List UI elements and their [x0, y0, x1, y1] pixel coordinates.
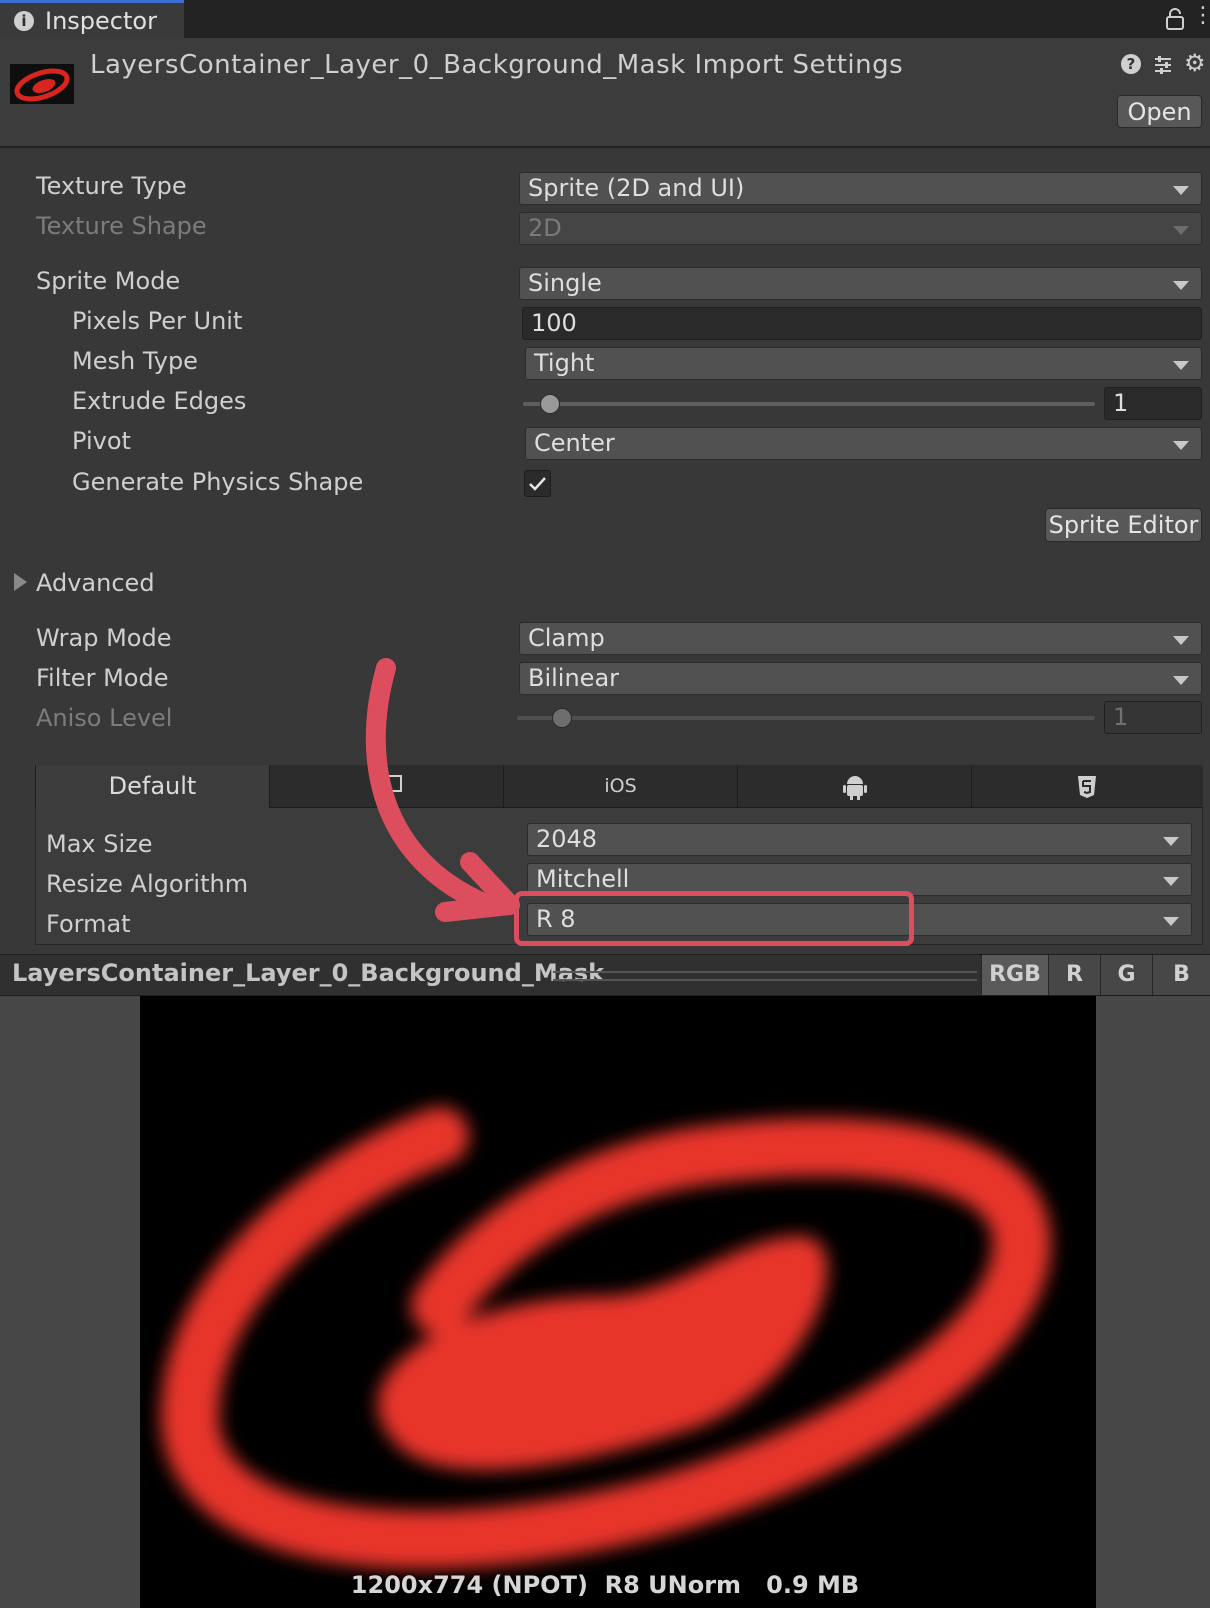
- annotation-arrow: [365, 658, 520, 922]
- texture-info-text: 1200x774 (NPOT) R8 UNorm 0.9 MB: [350, 1571, 860, 1599]
- texture-preview-image: [140, 996, 1096, 1608]
